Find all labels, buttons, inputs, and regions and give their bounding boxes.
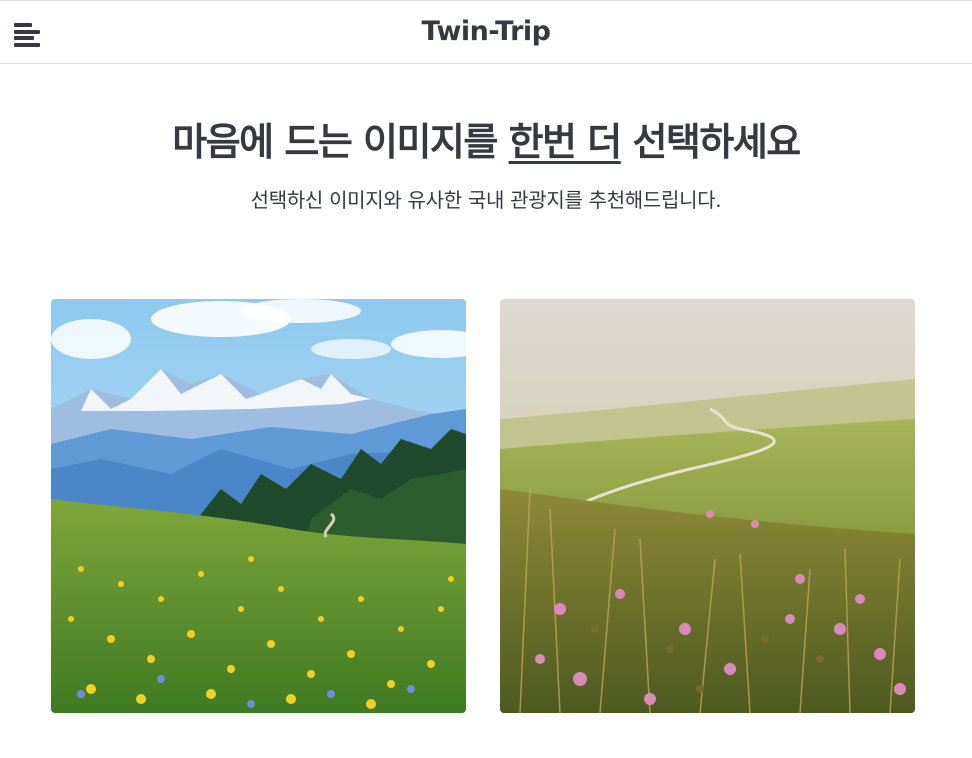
image-choice-misty-meadow[interactable]	[500, 299, 915, 713]
image-choice-alpine-meadow[interactable]	[51, 299, 466, 713]
app-title[interactable]: Twin-Trip	[0, 16, 972, 47]
headline-text: 마음에 드는 이미지를	[172, 120, 509, 164]
misty-meadow-image	[500, 299, 915, 713]
alpine-meadow-image	[51, 299, 466, 713]
headline-text-end: 선택하세요	[620, 120, 801, 164]
headline-highlight: 한번 더	[508, 120, 623, 164]
page-headline: 마음에 드는 이미지를 한번 더 선택하세요	[0, 111, 972, 166]
top-navbar: Twin-Trip	[0, 0, 972, 64]
page-subtitle: 선택하신 이미지와 유사한 국내 관광지를 추천해드립니다.	[250, 188, 722, 212]
